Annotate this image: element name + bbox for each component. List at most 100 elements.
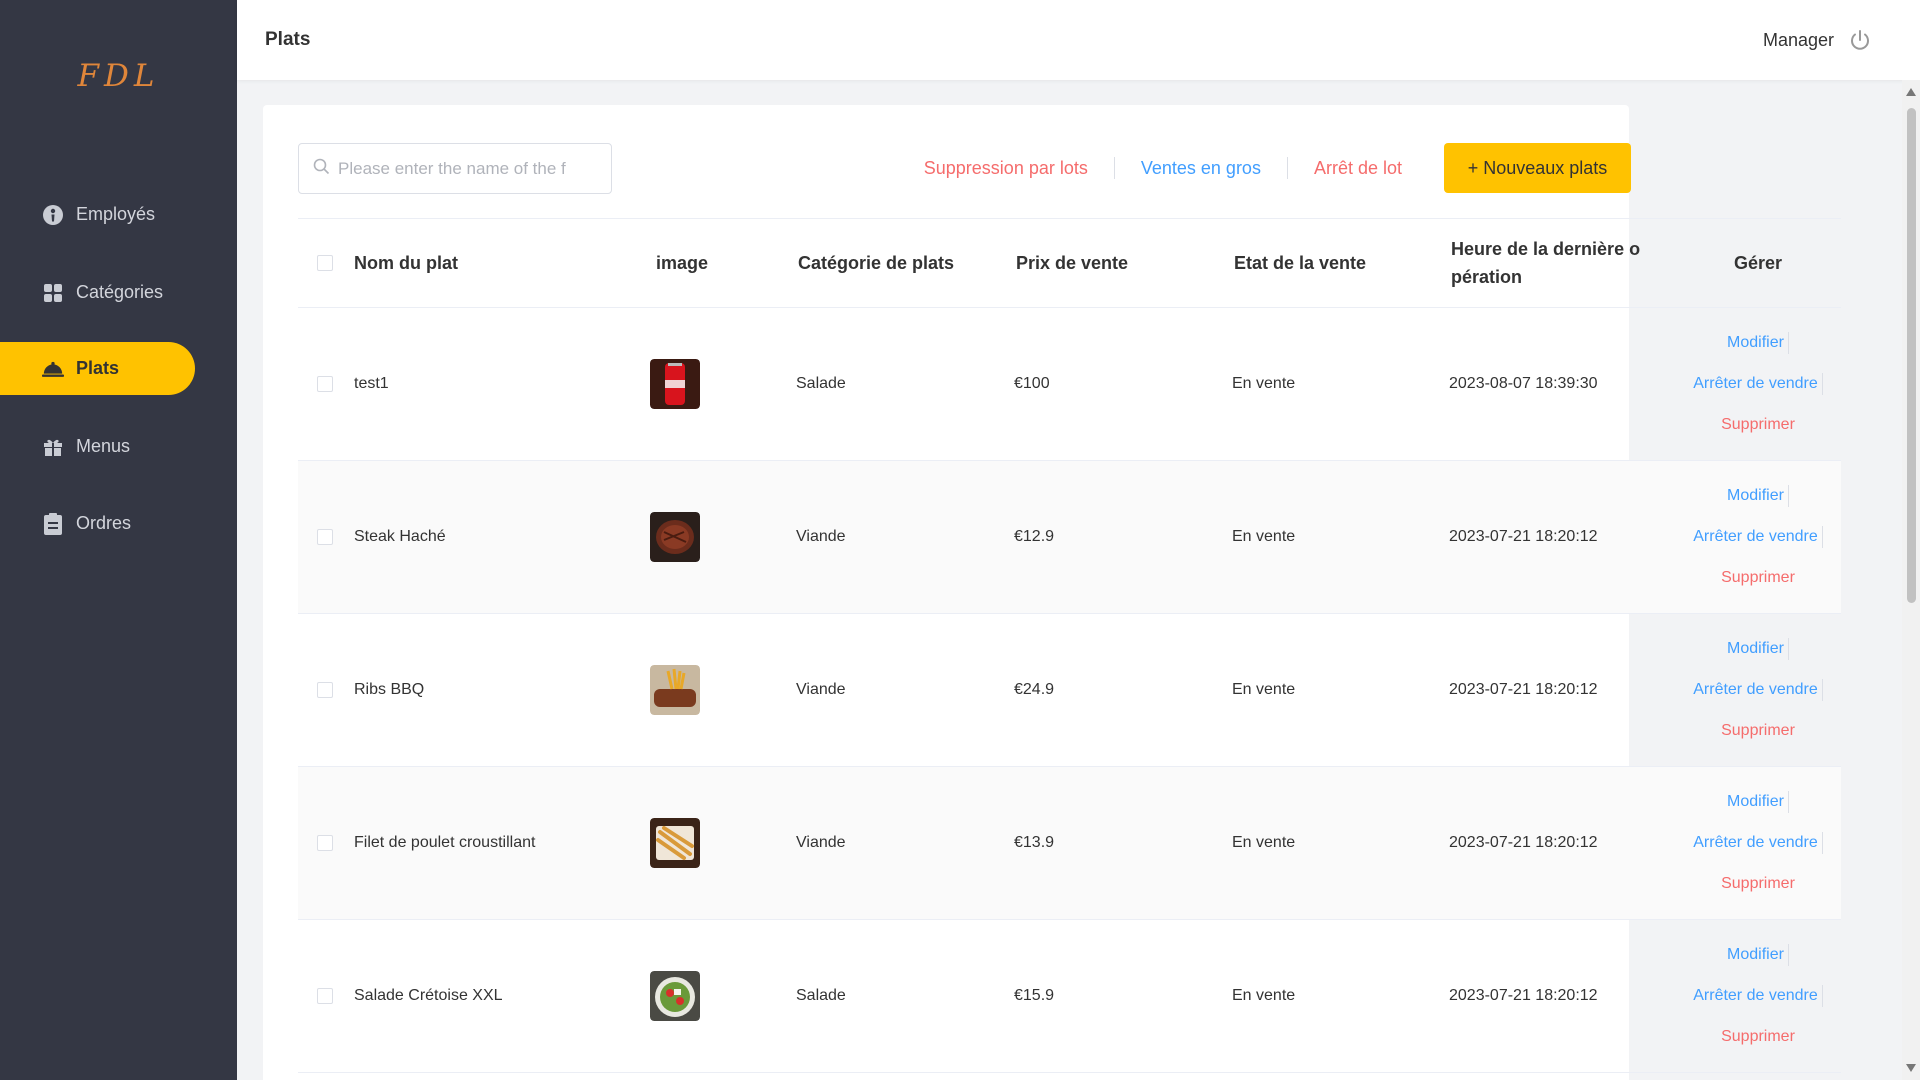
- dish-cloche-icon: [42, 358, 64, 380]
- edit-link[interactable]: Modifier: [1727, 638, 1789, 660]
- dish-status: En vente: [1232, 987, 1296, 1004]
- sidebar-item-ordres[interactable]: Ordres: [0, 497, 195, 550]
- dish-image-salad[interactable]: [650, 971, 700, 1021]
- row-checkbox[interactable]: [317, 529, 333, 545]
- dish-category: Viande: [796, 834, 846, 851]
- search-input[interactable]: [338, 158, 598, 179]
- stop-selling-link[interactable]: Arrêter de vendre: [1693, 679, 1823, 701]
- table-header: Nom du plat image Catégorie de plats Pri…: [298, 219, 1841, 308]
- dish-status: En vente: [1232, 528, 1296, 545]
- delete-link[interactable]: Supprimer: [1721, 1026, 1795, 1048]
- sidebar-item-plats[interactable]: Plats: [0, 342, 195, 395]
- table-row: Salade Crétoise XXL Salade €15.9 En vent…: [298, 920, 1841, 1073]
- dish-updated: 2023-07-21 18:20:12: [1449, 987, 1598, 1004]
- sidebar-item-label: Employés: [76, 204, 156, 224]
- sidebar: FDL Employés Catégories Plats Menus Ordr…: [0, 0, 237, 1080]
- stop-selling-link[interactable]: Arrêter de vendre: [1693, 373, 1823, 395]
- dish-updated: 2023-08-07 18:39:30: [1449, 375, 1598, 392]
- dish-status: En vente: [1232, 375, 1296, 392]
- dish-image-cell: [648, 512, 794, 562]
- table-row: test1 Salade €100 En vente 2023-08-07 18…: [298, 308, 1841, 461]
- stop-selling-link[interactable]: Arrêter de vendre: [1693, 526, 1823, 548]
- edit-link[interactable]: Modifier: [1727, 791, 1789, 813]
- sidebar-item-categories[interactable]: Catégories: [0, 266, 195, 319]
- bulk-sale-button[interactable]: Ventes en gros: [1115, 157, 1287, 179]
- row-checkbox[interactable]: [317, 682, 333, 698]
- dish-name: test1: [354, 375, 389, 392]
- dish-status: En vente: [1232, 681, 1296, 698]
- app-logo: FDL: [77, 58, 160, 94]
- dish-image-cell: [648, 971, 794, 1021]
- row-checkbox[interactable]: [317, 835, 333, 851]
- delete-link[interactable]: Supprimer: [1721, 567, 1795, 589]
- dish-name: Filet de poulet croustillant: [354, 834, 536, 851]
- scroll-down-arrow-icon[interactable]: [1906, 1064, 1916, 1072]
- power-icon[interactable]: [1848, 29, 1872, 53]
- dish-category: Salade: [796, 375, 846, 392]
- row-checkbox[interactable]: [317, 988, 333, 1004]
- sidebar-item-menus[interactable]: Menus: [0, 420, 195, 473]
- table-row: Ribs BBQ Viande €24.9 En vente 2023-07-2…: [298, 614, 1841, 767]
- dish-price: €100: [1014, 375, 1050, 392]
- page-title: Plats: [265, 29, 311, 50]
- dish-image-cell: [648, 665, 794, 715]
- select-all-checkbox[interactable]: [317, 255, 333, 271]
- stop-selling-link[interactable]: Arrêter de vendre: [1693, 985, 1823, 1007]
- sidebar-item-label: Plats: [76, 358, 120, 378]
- user-name[interactable]: Manager: [1763, 30, 1834, 51]
- col-header-category: Catégorie de plats: [798, 252, 955, 273]
- dish-image-ribs[interactable]: [650, 665, 700, 715]
- col-header-status: Etat de la vente: [1234, 252, 1367, 273]
- edit-link[interactable]: Modifier: [1727, 944, 1789, 966]
- dish-price: €13.9: [1014, 834, 1055, 851]
- batch-delete-button[interactable]: Suppression par lots: [898, 157, 1114, 179]
- toolbar-actions: Suppression par lots Ventes en gros Arrê…: [898, 143, 1631, 193]
- table-row: Filet de poulet croustillant Viande €13.…: [298, 767, 1841, 920]
- dish-image-cell: [648, 818, 794, 868]
- dish-name: Steak Haché: [354, 528, 446, 545]
- dish-image-chicken[interactable]: [650, 818, 700, 868]
- dish-category: Viande: [796, 681, 846, 698]
- search-box[interactable]: [298, 143, 612, 194]
- dish-category: Viande: [796, 528, 846, 545]
- scroll-up-arrow-icon[interactable]: [1906, 88, 1916, 96]
- batch-stop-button[interactable]: Arrêt de lot: [1288, 157, 1428, 179]
- dish-image-cell: [648, 359, 794, 409]
- dish-image-cola[interactable]: [650, 359, 700, 409]
- search-icon: [313, 158, 330, 180]
- dish-updated: 2023-07-21 18:20:12: [1449, 528, 1598, 545]
- dish-name: Ribs BBQ: [354, 681, 425, 698]
- delete-link[interactable]: Supprimer: [1721, 873, 1795, 895]
- col-header-name[interactable]: Nom du plat: [346, 253, 648, 274]
- dish-price: €15.9: [1014, 987, 1055, 1004]
- row-checkbox[interactable]: [317, 376, 333, 392]
- edit-link[interactable]: Modifier: [1727, 485, 1789, 507]
- categories-grid-icon: [42, 282, 64, 304]
- dish-name: Salade Crétoise XXL: [354, 987, 503, 1004]
- gift-icon: [42, 436, 64, 458]
- col-header-manage: Gérer: [1733, 252, 1783, 273]
- sidebar-item-employes[interactable]: Employés: [0, 188, 195, 241]
- table-row: Steak Haché Viande €12.9 En vente 2023-0…: [298, 461, 1841, 614]
- dish-price: €12.9: [1014, 528, 1055, 545]
- clipboard-icon: [42, 512, 64, 535]
- dish-price: €24.9: [1014, 681, 1055, 698]
- delete-link[interactable]: Supprimer: [1721, 414, 1795, 436]
- delete-link[interactable]: Supprimer: [1721, 720, 1795, 742]
- employee-icon: [42, 204, 64, 226]
- dish-image-steak[interactable]: [650, 512, 700, 562]
- scrollbar-thumb[interactable]: [1907, 108, 1916, 603]
- top-header: Plats Manager: [237, 0, 1920, 80]
- dish-updated: 2023-07-21 18:20:12: [1449, 834, 1598, 851]
- page-scrollbar[interactable]: [1902, 80, 1920, 1080]
- col-header-price: Prix de vente: [1016, 252, 1129, 273]
- dishes-table: Nom du plat image Catégorie de plats Pri…: [298, 218, 1841, 1073]
- edit-link[interactable]: Modifier: [1727, 332, 1789, 354]
- stop-selling-link[interactable]: Arrêter de vendre: [1693, 832, 1823, 854]
- sidebar-item-label: Ordres: [76, 513, 132, 533]
- new-dish-button[interactable]: + Nouveaux plats: [1444, 143, 1631, 193]
- dish-updated: 2023-07-21 18:20:12: [1449, 681, 1598, 698]
- col-header-image: image: [656, 252, 709, 273]
- dish-status: En vente: [1232, 834, 1296, 851]
- sidebar-item-label: Menus: [76, 436, 131, 456]
